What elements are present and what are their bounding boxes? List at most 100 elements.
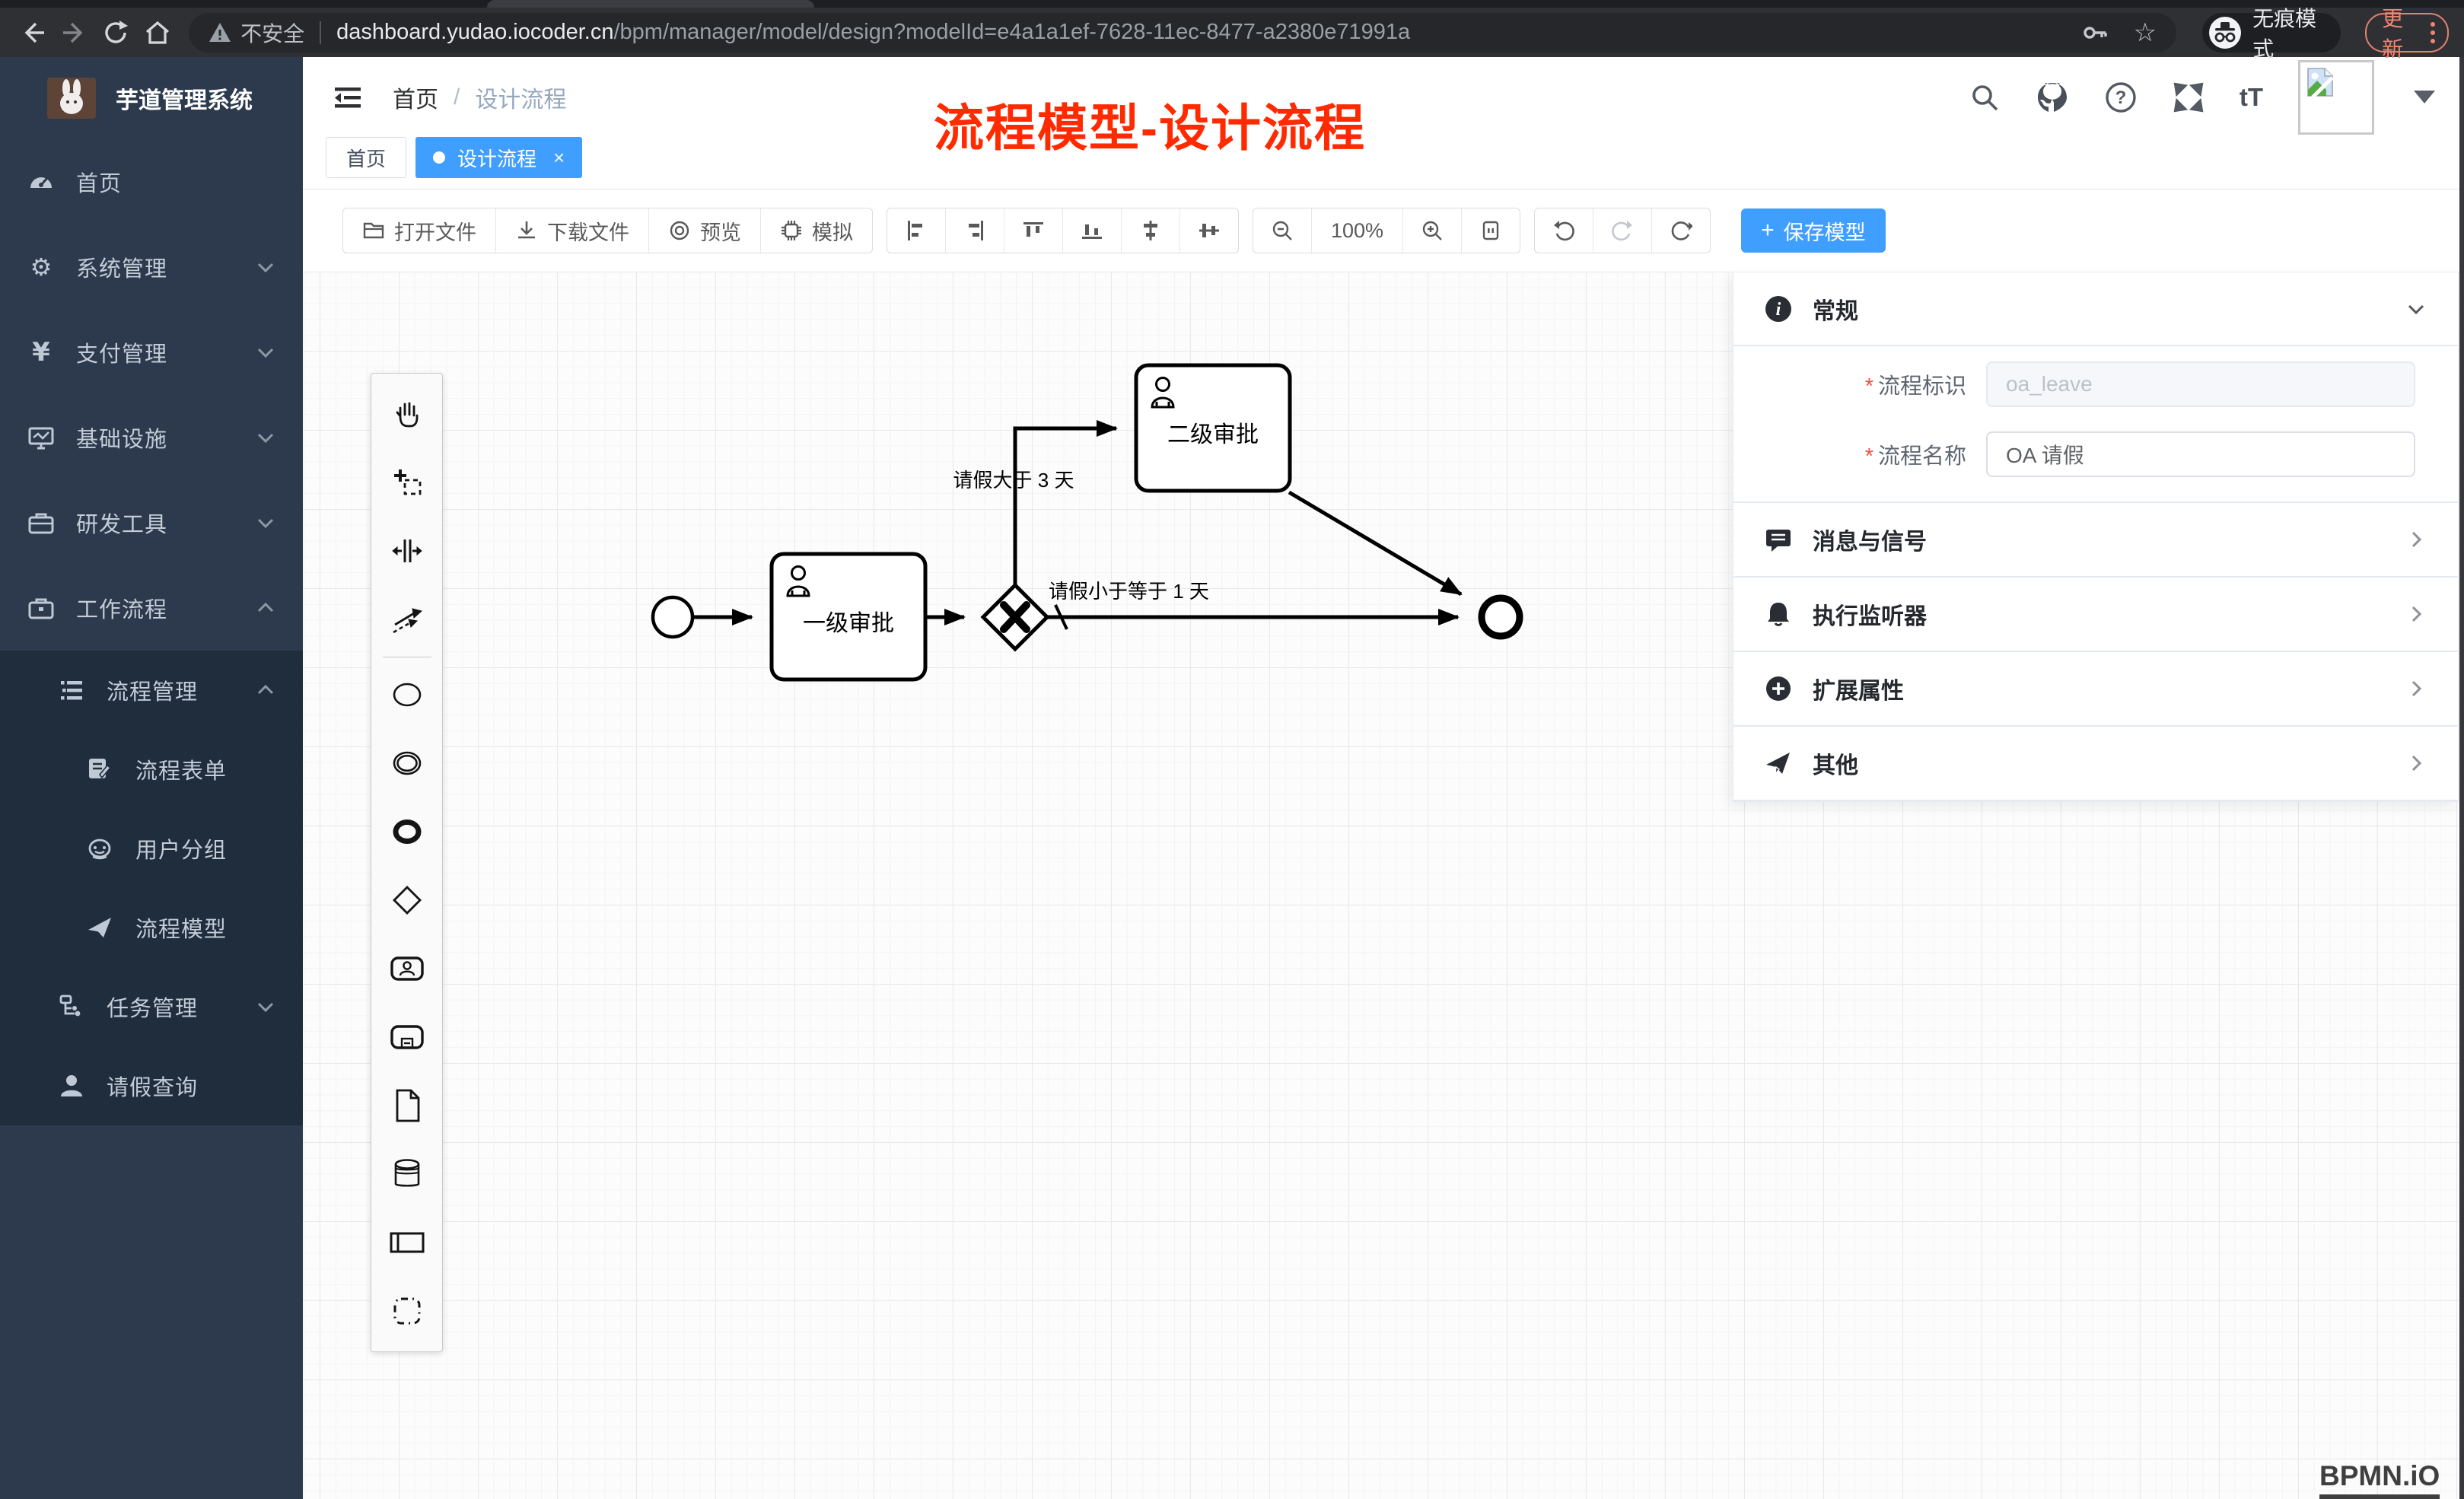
close-icon[interactable]: ×	[553, 148, 565, 167]
global-connect-tool[interactable]	[371, 585, 442, 654]
sidebar-item-leave-query[interactable]: 请假查询	[0, 1046, 303, 1125]
hand-tool[interactable]	[371, 380, 442, 448]
browser-update-button[interactable]: 更新	[2365, 13, 2449, 53]
sidebar-item-process-form[interactable]: 流程表单	[0, 730, 303, 809]
sidebar-item-dev-tools[interactable]: 研发工具	[0, 480, 303, 565]
section-extension-properties[interactable]: 扩展属性	[1733, 652, 2458, 727]
flow-gateway-to-task2	[1015, 428, 1116, 585]
create-user-task[interactable]	[371, 934, 442, 1003]
sidebar-fold-icon[interactable]	[332, 81, 364, 113]
section-other[interactable]: 其他	[1733, 727, 2458, 801]
process-name-input[interactable]	[1986, 431, 2415, 477]
back-icon[interactable]	[15, 13, 51, 53]
help-icon[interactable]: ?	[2104, 81, 2138, 114]
chevron-right-icon	[2405, 677, 2427, 700]
redo-button[interactable]	[1593, 208, 1652, 253]
align-bottom-button[interactable]	[1063, 208, 1122, 253]
chevron-right-icon	[2405, 528, 2427, 551]
section-general[interactable]: i 常规	[1733, 272, 2458, 346]
align-right-button[interactable]	[946, 208, 1004, 253]
align-vertical-center-button[interactable]	[1122, 208, 1180, 253]
tab-home[interactable]: 首页	[326, 137, 406, 178]
field-label-process-key: 流程标识	[1878, 374, 1966, 399]
app-header: 首页 / 设计流程 ? tT	[303, 57, 2464, 137]
bpmn-toolbar: 打开文件 下载文件 预览 模拟	[303, 189, 2464, 272]
create-gateway[interactable]	[371, 866, 442, 934]
avatar[interactable]	[2298, 60, 2374, 135]
align-horizontal-center-button[interactable]	[1180, 208, 1238, 253]
font-size-icon[interactable]: tT	[2240, 83, 2263, 112]
sidebar-item-process-management[interactable]: 流程管理	[0, 651, 303, 730]
create-subprocess[interactable]	[371, 1003, 442, 1071]
bpmn-io-watermark[interactable]: BPMN.iO	[2319, 1460, 2440, 1499]
password-key-icon[interactable]	[2082, 20, 2108, 46]
lasso-tool[interactable]	[371, 448, 442, 517]
create-data-store[interactable]	[371, 1140, 442, 1208]
url-host: dashboard.yudao.iocoder.cn	[336, 20, 613, 45]
align-top-button[interactable]	[1004, 208, 1063, 253]
align-left-button[interactable]	[887, 208, 946, 253]
general-form: *流程标识 *流程名称	[1733, 346, 2458, 503]
create-end-event[interactable]	[371, 797, 442, 866]
open-file-button[interactable]: 打开文件	[343, 208, 496, 253]
sidebar-item-system[interactable]: ⚙ 系统管理	[0, 224, 303, 310]
start-event[interactable]	[653, 597, 692, 637]
security-label[interactable]: 不安全	[240, 18, 304, 48]
user-task-level2[interactable]: 二级审批	[1136, 365, 1290, 491]
sidebar-item-payment[interactable]: ¥ 支付管理	[0, 310, 303, 395]
create-data-object[interactable]	[371, 1071, 442, 1140]
fullscreen-icon[interactable]	[2173, 81, 2205, 113]
create-group[interactable]	[371, 1277, 442, 1345]
space-tool[interactable]	[371, 517, 442, 585]
flow-label-gt3[interactable]: 请假大于 3 天	[953, 469, 1074, 492]
sidebar-item-task-management[interactable]: 任务管理	[0, 967, 303, 1046]
chip-icon	[780, 219, 803, 242]
zoom-out-button[interactable]	[1253, 208, 1312, 253]
chevron-down-icon	[256, 997, 275, 1017]
sidebar-item-home[interactable]: 首页	[0, 139, 303, 224]
restart-button[interactable]	[1652, 208, 1710, 253]
chevron-down-icon[interactable]	[2414, 91, 2435, 103]
search-icon[interactable]	[1969, 81, 2001, 113]
chevron-down-icon[interactable]	[2405, 298, 2427, 320]
address-bar[interactable]: 不安全 dashboard.yudao.iocoder.cn/bpm/manag…	[189, 13, 2176, 53]
bpmn-palette	[371, 373, 443, 1352]
section-messages-signals[interactable]: 消息与信号	[1733, 503, 2458, 578]
create-start-event[interactable]	[371, 660, 442, 729]
user-task-level1[interactable]: 一级审批	[772, 554, 925, 679]
toolbox-icon	[27, 509, 55, 536]
reset-view-button[interactable]	[1462, 208, 1520, 253]
github-icon[interactable]	[2036, 81, 2069, 114]
bell-icon	[1764, 600, 1793, 629]
undo-button[interactable]	[1535, 208, 1593, 253]
section-execution-listeners[interactable]: 执行监听器	[1733, 578, 2458, 652]
tab-design-process[interactable]: 设计流程 ×	[415, 137, 582, 178]
save-model-button[interactable]: + 保存模型	[1741, 208, 1886, 253]
browser-menu-icon[interactable]	[2431, 22, 2435, 43]
home-icon[interactable]	[140, 13, 176, 53]
download-file-button[interactable]: 下载文件	[496, 208, 649, 253]
app-logo-row[interactable]: 芋道管理系统	[0, 57, 303, 139]
reload-icon[interactable]	[98, 13, 134, 53]
create-intermediate-event[interactable]	[371, 729, 442, 797]
exclusive-gateway[interactable]	[983, 585, 1047, 649]
sidebar-item-infrastructure[interactable]: 基础设施	[0, 395, 303, 480]
simulate-button[interactable]: 模拟	[761, 208, 872, 253]
forward-icon[interactable]	[57, 13, 93, 53]
bookmark-star-icon[interactable]: ☆	[2134, 20, 2157, 46]
monitor-icon	[27, 424, 55, 451]
create-participant[interactable]	[371, 1208, 442, 1277]
end-event[interactable]	[1482, 598, 1520, 636]
bpmn-canvas[interactable]: 一级审批 二级审批	[303, 272, 2464, 1499]
zoom-in-button[interactable]	[1403, 208, 1462, 253]
browser-active-tab[interactable]	[487, 0, 814, 8]
preview-button[interactable]: 预览	[649, 208, 761, 253]
breadcrumb-home[interactable]: 首页	[393, 81, 438, 114]
preview-icon	[668, 219, 691, 242]
process-key-input[interactable]	[1986, 361, 2415, 407]
sidebar-item-user-group[interactable]: 用户分组	[0, 809, 303, 888]
window-edge	[2459, 57, 2464, 1499]
sidebar-item-workflow[interactable]: 工作流程	[0, 565, 303, 651]
flow-label-le1[interactable]: 请假小于等于 1 天	[1049, 580, 1209, 603]
sidebar-item-process-model[interactable]: 流程模型	[0, 888, 303, 967]
